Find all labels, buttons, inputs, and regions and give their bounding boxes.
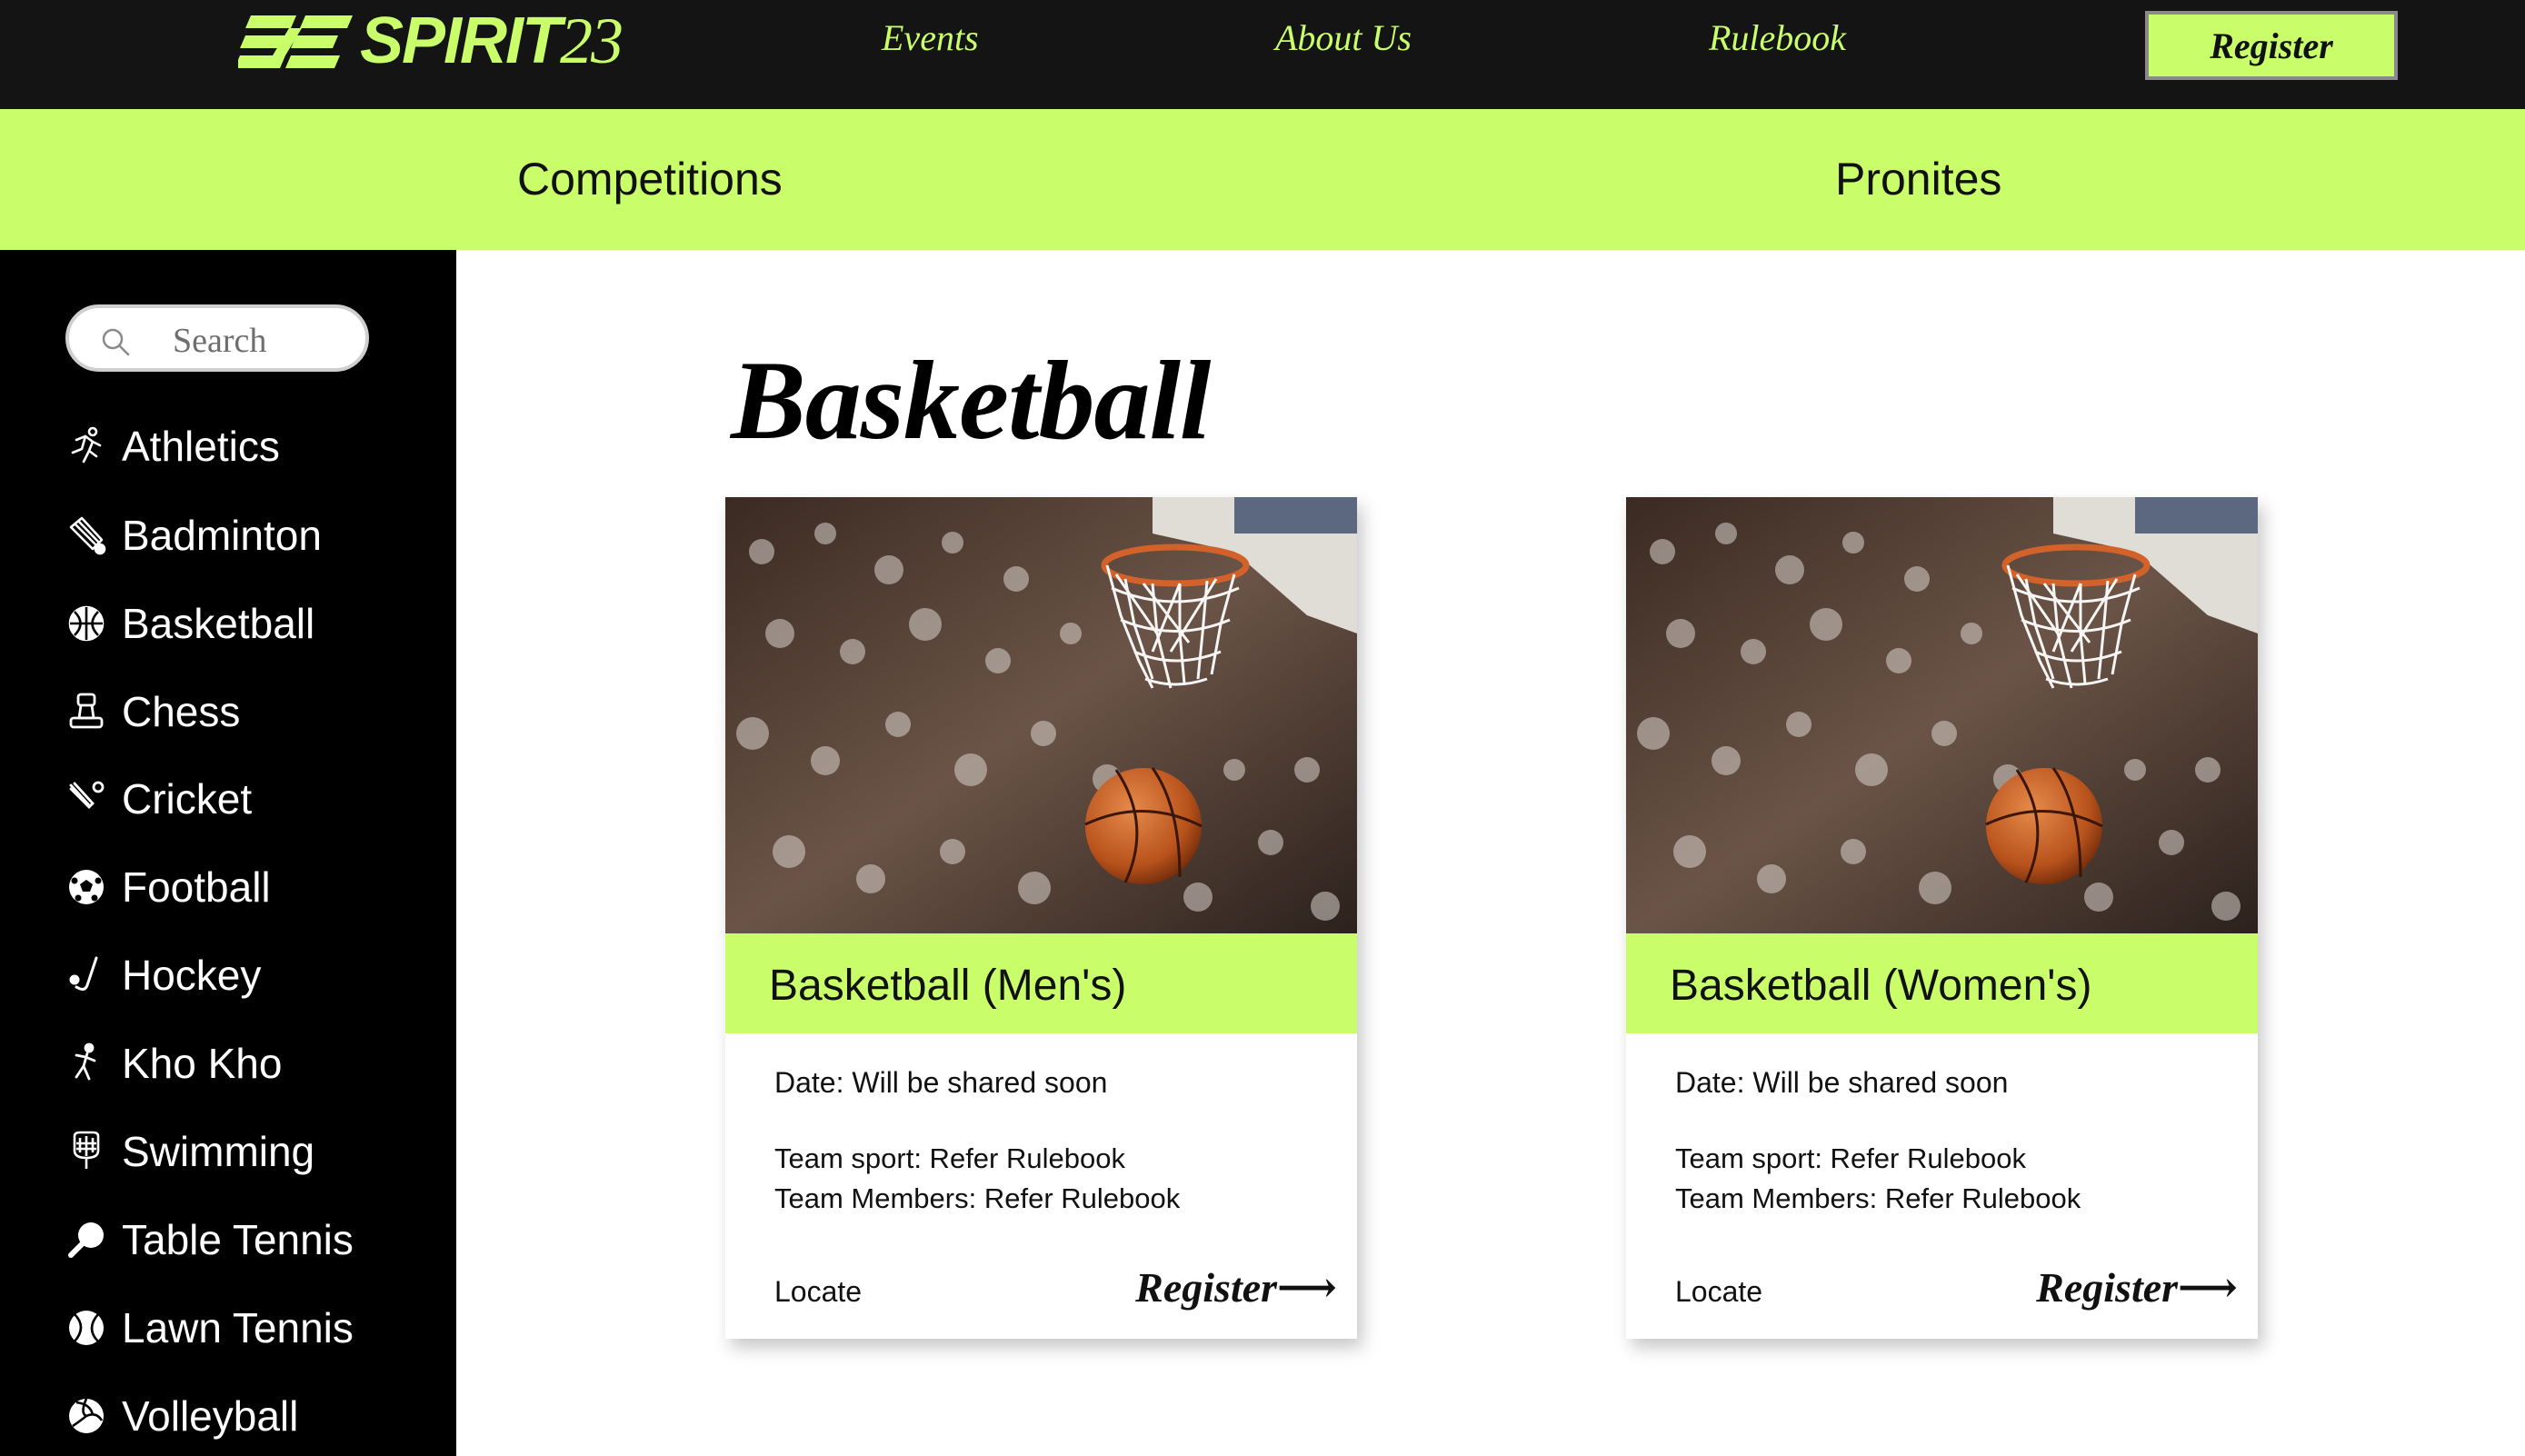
card-date: Date: Will be shared soon	[774, 1066, 1108, 1099]
tab-pronites[interactable]: Pronites	[1835, 153, 2001, 205]
sidebar-item-label: Hockey	[122, 952, 262, 999]
category-bar: Competitions Pronites	[0, 109, 2525, 250]
volleyball-icon	[64, 1393, 109, 1439]
card-header: Basketball (Men's)	[725, 933, 1357, 1033]
sidebar-item-label: Athletics	[122, 423, 280, 470]
sidebar-item-cricket[interactable]: Cricket	[64, 772, 252, 826]
nav-about-link[interactable]: About Us	[1275, 16, 1412, 59]
card-team-members: Team Members: Refer Rulebook	[1675, 1182, 2081, 1214]
card-title: Basketball (Men's)	[769, 962, 1127, 1010]
sidebar-item-label: Basketball	[122, 600, 315, 647]
sidebar-item-label: Table Tennis	[122, 1216, 354, 1263]
card-team-sport: Team sport: Refer Rulebook	[774, 1142, 1125, 1174]
sidebar-item-table-tennis[interactable]: Table Tennis	[64, 1212, 354, 1267]
search-placeholder: Search	[173, 322, 267, 360]
chess-icon	[64, 689, 109, 734]
card-team-members: Team Members: Refer Rulebook	[774, 1182, 1181, 1214]
nav-events-link[interactable]: Events	[882, 16, 979, 59]
sidebar-item-volleyball[interactable]: Volleyball	[64, 1389, 298, 1443]
sidebar-item-lawn-tennis[interactable]: Lawn Tennis	[64, 1301, 354, 1355]
locate-link[interactable]: Locate	[774, 1275, 862, 1309]
nav-rulebook-link[interactable]: Rulebook	[1709, 16, 1846, 59]
logo-text: SPIRIT23	[360, 4, 624, 77]
search-input[interactable]: Search	[65, 304, 369, 372]
card-date: Date: Will be shared soon	[1675, 1066, 2009, 1099]
page-title: Basketball	[731, 338, 1211, 463]
sidebar-item-label: Football	[122, 863, 271, 911]
sidebar-item-label: Kho Kho	[122, 1040, 283, 1087]
top-navbar: SPIRIT23 Events About Us Rulebook Regist…	[0, 0, 2525, 109]
swimming-icon	[64, 1129, 109, 1174]
basketball-hoop-image	[1626, 497, 2258, 933]
event-card-womens: Basketball (Women's) Date: Will be share…	[1626, 497, 2258, 1339]
sidebar-item-swimming[interactable]: Swimming	[64, 1124, 314, 1179]
register-button[interactable]: Register	[2145, 11, 2398, 80]
search-icon	[102, 328, 130, 356]
shuttlecock-icon	[64, 513, 109, 558]
sports-sidebar: Search Athletics Badminton Basketball Ch…	[0, 250, 456, 1456]
football-icon	[64, 864, 109, 910]
sidebar-item-hockey[interactable]: Hockey	[64, 948, 261, 1002]
card-register-link[interactable]: Register⟶	[2036, 1262, 2238, 1311]
cricket-icon	[64, 776, 109, 822]
card-register-link[interactable]: Register⟶	[1135, 1262, 1337, 1311]
sidebar-item-label: Volleyball	[122, 1392, 299, 1440]
sidebar-item-kho-kho[interactable]: Kho Kho	[64, 1036, 282, 1091]
running-icon	[64, 424, 109, 469]
locate-link[interactable]: Locate	[1675, 1275, 1762, 1309]
logo-mark-icon	[238, 15, 353, 68]
table-tennis-icon	[64, 1217, 109, 1262]
basketball-icon	[64, 601, 109, 646]
sidebar-item-label: Badminton	[122, 512, 322, 559]
basketball-hoop-image	[725, 497, 1357, 933]
sidebar-item-athletics[interactable]: Athletics	[64, 419, 280, 474]
sidebar-item-badminton[interactable]: Badminton	[64, 508, 322, 563]
sidebar-item-chess[interactable]: Chess	[64, 684, 240, 739]
tennis-ball-icon	[64, 1305, 109, 1351]
event-card-mens: Basketball (Men's) Date: Will be shared …	[725, 497, 1357, 1339]
sidebar-item-football[interactable]: Football	[64, 860, 271, 914]
card-title: Basketball (Women's)	[1670, 962, 2092, 1010]
sidebar-item-label: Chess	[122, 688, 241, 735]
sidebar-item-label: Swimming	[122, 1128, 315, 1175]
kho-kho-icon	[64, 1041, 109, 1086]
card-team-sport: Team sport: Refer Rulebook	[1675, 1142, 2026, 1174]
sidebar-item-label: Cricket	[122, 775, 253, 823]
site-logo[interactable]: SPIRIT23	[238, 4, 624, 77]
hockey-icon	[64, 952, 109, 998]
sidebar-item-label: Lawn Tennis	[122, 1304, 354, 1351]
card-header: Basketball (Women's)	[1626, 933, 2258, 1033]
tab-competitions[interactable]: Competitions	[517, 153, 783, 205]
sidebar-item-basketball[interactable]: Basketball	[64, 596, 314, 651]
